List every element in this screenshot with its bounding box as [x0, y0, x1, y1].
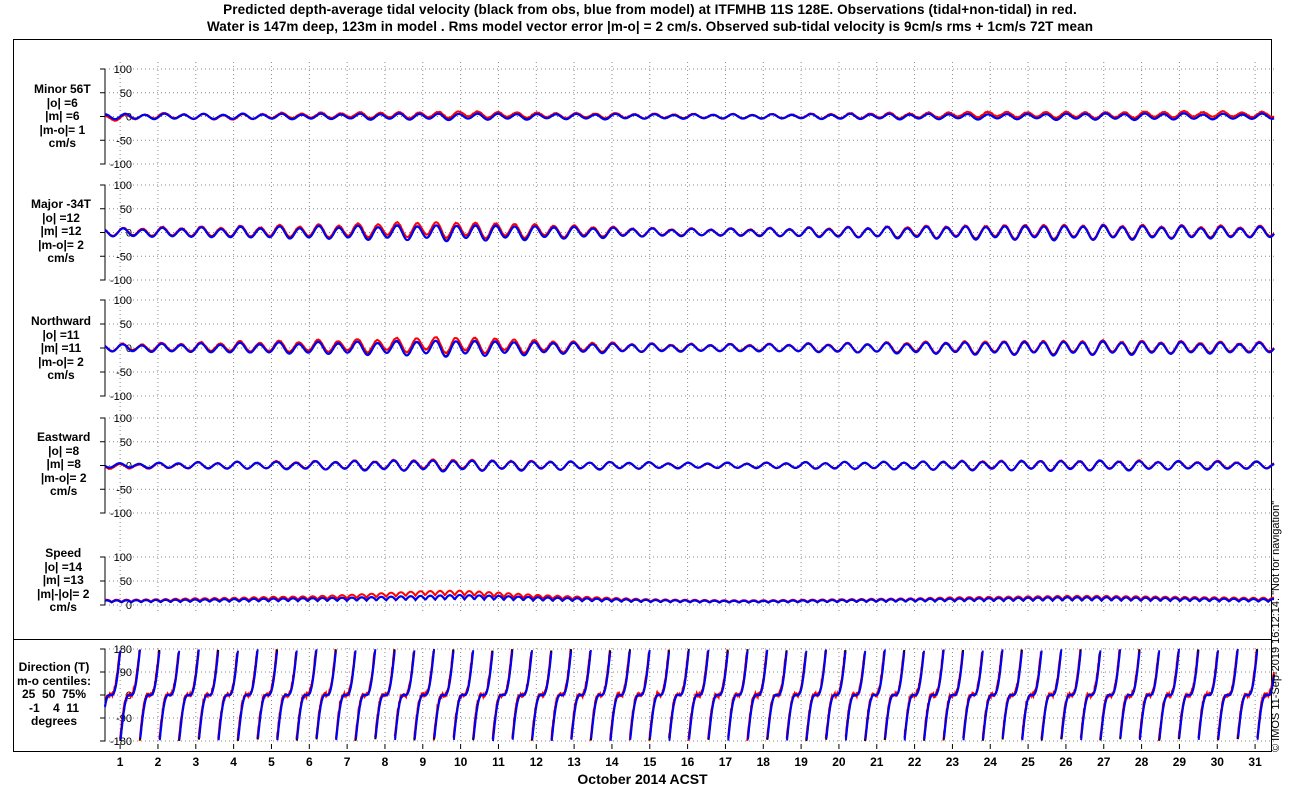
x-tick-label: 26: [1059, 755, 1073, 769]
panel-label-line: -1 4 11: [28, 700, 80, 715]
panel-5-series: [104, 589, 1275, 604]
panel-1-series: [105, 109, 1275, 122]
panel-label-line: Eastward: [37, 430, 91, 444]
x-tick-label: 8: [382, 755, 389, 769]
x-tick-label: 17: [719, 755, 733, 769]
x-tick-label: 18: [757, 755, 771, 769]
panel-label-line: 25 50 75%: [21, 687, 87, 701]
panel-label-line: Northward: [31, 314, 91, 328]
model-line: [104, 224, 1275, 243]
panel-label-line: |o| =6: [46, 95, 78, 110]
upper-frame: [13, 39, 1272, 640]
x-tick-label: 21: [870, 755, 884, 769]
y-tick-label: -50: [116, 367, 132, 379]
x-tick-label: 12: [530, 755, 544, 769]
day-grid: 1 2 3 4 5 6 7 8 9 10 11 12 13 14 15 16 17 18 19 20 21 22 23 24 2…: [117, 62, 1262, 769]
panel-label-line: |o| =8: [48, 443, 80, 458]
y-tick-label: -50: [116, 251, 132, 263]
y-tick-label: 100: [114, 180, 132, 192]
panel-label-line: |m| =8: [46, 457, 81, 471]
panel-label-line: cm/s: [47, 368, 75, 382]
y-tick-label: 90: [120, 667, 132, 679]
panel-label-5: Speed |o| =14 |m| =13 |m|-|o|= 2 cm/s: [37, 546, 90, 615]
panel-label-line: Speed: [45, 546, 82, 560]
panel-label-line: cm/s: [49, 600, 77, 614]
panel-label-line: |m|-|o|= 2: [37, 586, 90, 601]
x-tick-label: 11: [492, 755, 505, 769]
y-tick-label: 50: [120, 437, 132, 449]
panel-5: 100500: [100, 552, 1274, 612]
panel-2-series: [104, 220, 1275, 243]
panel-label-line: |m| =6: [45, 109, 80, 123]
x-tick-label: 3: [192, 755, 199, 769]
x-tick-label: 25: [1021, 755, 1035, 769]
panel-label-line: |m| =11: [40, 341, 82, 355]
x-tick-label: 24: [984, 755, 998, 769]
panel-label-2: Major -34T |o| =12 |m| =12 |m-o|= 2 cm/s: [31, 197, 92, 266]
y-tick-label: 50: [120, 88, 132, 100]
panel-label-4: Eastward |o| =8 |m| =8 |m-o|= 2 cm/s: [37, 430, 91, 499]
x-tick-label: 4: [230, 755, 237, 769]
x-tick-label: 19: [794, 755, 808, 769]
y-tick-label: 100: [114, 413, 132, 425]
x-tick-label: 7: [344, 755, 351, 769]
panel-label-line: |m| =12: [40, 224, 82, 238]
x-axis-label: October 2014 ACST: [577, 771, 708, 787]
x-tick-label: 16: [681, 755, 695, 769]
x-tick-label: 14: [605, 755, 619, 769]
y-tick-label: -50: [116, 135, 132, 147]
y-tick-label: 100: [114, 64, 132, 76]
y-tick-label: 50: [120, 319, 132, 331]
panel-label-line: |o| =11: [42, 327, 80, 342]
tidal-velocity-plot: 1 2 3 4 5 6 7 8 9 10 11 12 13 14 15 16 17 18 19 20 21 22 23 24 2…: [13, 39, 1275, 769]
panel-label-line: |m-o|= 1: [39, 122, 86, 137]
panel-label-line: |m-o|= 2: [38, 354, 84, 369]
y-tick-label: 100: [114, 295, 132, 307]
panel-label-line: cm/s: [50, 484, 78, 498]
panel-label-line: cm/s: [48, 136, 77, 150]
x-tick-label: 28: [1135, 755, 1149, 769]
y-tick-label: -100: [110, 275, 132, 287]
panel-label-line: m-o centiles:: [17, 673, 92, 688]
panel-label-line: degrees: [30, 714, 78, 728]
y-tick-label: -100: [110, 159, 132, 171]
y-tick-label: 50: [120, 204, 132, 216]
x-tick-label: 13: [567, 755, 581, 769]
y-tick-label: -100: [110, 391, 132, 403]
x-tick-label: 23: [946, 755, 960, 769]
x-tick-label: 22: [908, 755, 922, 769]
y-tick-label: 50: [120, 576, 132, 588]
x-tick-label: 29: [1173, 755, 1187, 769]
panel-label-line: |m-o|= 2: [40, 470, 87, 485]
panel-label-line: |o| =14: [44, 559, 83, 574]
panel-label-line: |m| =13: [42, 573, 84, 587]
panel-label-line: Major -34T: [31, 197, 92, 211]
x-tick-label: 6: [306, 755, 313, 769]
x-tick-label: 15: [643, 755, 657, 769]
x-tick-label: 1: [117, 755, 124, 769]
panel-label-1: Minor 56T |o| =6 |m| =6 |m-o|= 1 cm/s: [34, 82, 91, 151]
panel-label-6: Direction (T) m-o centiles: 25 50 75% -1 4 …: [17, 660, 92, 729]
x-tick-label: 20: [832, 755, 846, 769]
imos-watermark: © IMOS 11-Sep-2019 16:12:14. "Not for na…: [1270, 500, 1282, 752]
y-tick-label: 180: [114, 644, 132, 656]
x-tick-label: 9: [419, 755, 426, 769]
panel-label-line: cm/s: [47, 251, 75, 265]
x-tick-label: 2: [155, 755, 162, 769]
x-tick-label: 10: [454, 755, 468, 769]
panel-label-line: Minor 56T: [34, 82, 91, 96]
x-tick-label: 5: [268, 755, 275, 769]
y-tick-label: -100: [110, 508, 132, 520]
y-tick-label: 100: [114, 552, 132, 564]
panel-label-3: Northward |o| =11 |m| =11 |m-o|= 2 cm/s: [31, 314, 91, 383]
panel-label-line: |m-o|= 2: [38, 237, 84, 252]
x-tick-label: 31: [1248, 755, 1262, 769]
x-tick-label: 30: [1211, 755, 1225, 769]
x-tick-label: 27: [1097, 755, 1111, 769]
panel-label-line: |o| =12: [42, 210, 80, 225]
panel-4: 100500-50-100: [100, 413, 1274, 520]
panel-3-series: [104, 336, 1275, 358]
y-tick-label: -50: [116, 484, 132, 496]
panel-label-line: Direction (T): [18, 660, 90, 674]
